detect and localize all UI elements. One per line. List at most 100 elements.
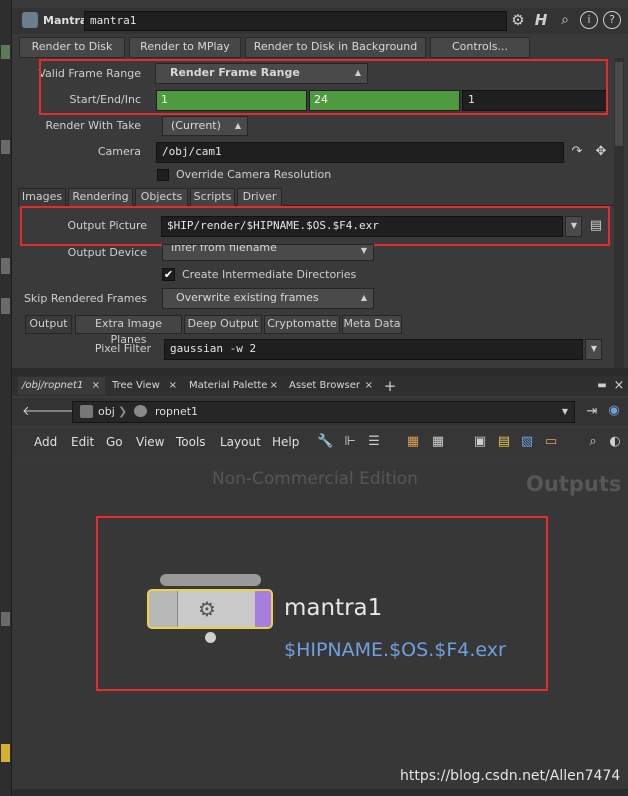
question-icon[interactable]: ? bbox=[603, 11, 621, 29]
create-directories-label: Create Intermediate Directories bbox=[182, 268, 357, 281]
pane-tab-label: Material Palette bbox=[189, 380, 268, 391]
help-h-icon[interactable]: H bbox=[532, 12, 550, 30]
path-dropdown-icon[interactable]: ▼ bbox=[558, 404, 572, 420]
subtab-cryptomatte[interactable]: Cryptomatte bbox=[264, 315, 340, 334]
pane-tab-label: /obj/ropnet1 bbox=[22, 380, 84, 391]
output-picture-field[interactable]: $HIP/render/$HIPNAME.$OS.$F4.exr bbox=[161, 216, 563, 237]
sticky-note-icon[interactable]: ▤ bbox=[496, 434, 512, 450]
output-device-dropdown[interactable]: Infer from filename ▼ bbox=[162, 244, 374, 261]
visibility-icon[interactable]: ◐ bbox=[607, 434, 623, 450]
tab-rendering[interactable]: Rendering bbox=[68, 188, 133, 207]
image-icon[interactable]: ▧ bbox=[519, 434, 535, 450]
close-icon[interactable]: × bbox=[92, 377, 100, 395]
pane-divider[interactable] bbox=[12, 368, 628, 376]
pixel-filter-field[interactable]: gaussian -w 2 bbox=[164, 339, 583, 360]
render-with-take-value: (Current) bbox=[171, 119, 221, 132]
menu-view[interactable]: View bbox=[136, 433, 164, 451]
left-shelf-icon[interactable] bbox=[1, 258, 10, 274]
forward-arrow-icon[interactable]: 🡒 bbox=[44, 404, 79, 420]
network-box-icon[interactable]: ▭ bbox=[543, 434, 559, 450]
valid-frame-range-dropdown[interactable]: Render Frame Range ▲ bbox=[155, 63, 368, 84]
gear-icon[interactable]: ⚙ bbox=[509, 12, 527, 30]
display-icon[interactable]: ▣ bbox=[472, 434, 488, 450]
tab-scripts[interactable]: Scripts bbox=[190, 188, 235, 207]
node-name-field[interactable]: mantra1 bbox=[84, 11, 507, 31]
subtab-extra-image-planes[interactable]: Extra Image Planes bbox=[75, 315, 182, 346]
wrench-icon[interactable]: 🔧 bbox=[317, 434, 333, 450]
close-icon[interactable]: × bbox=[270, 377, 278, 395]
node-chooser-icon[interactable]: ✥ bbox=[592, 144, 610, 162]
output-picture-menu-button[interactable]: ▼ bbox=[565, 216, 582, 237]
back-arrow-icon[interactable]: 🡐 bbox=[22, 404, 57, 420]
grid-icon[interactable]: ▦ bbox=[430, 434, 446, 450]
left-shelf-icon[interactable] bbox=[1, 298, 10, 314]
camera-path-field[interactable]: /obj/cam1 bbox=[156, 142, 564, 163]
left-shelf-icon[interactable] bbox=[1, 140, 10, 154]
menu-edit[interactable]: Edit bbox=[71, 433, 94, 451]
grid-color-icon[interactable]: ▦ bbox=[405, 434, 421, 450]
pane-tab-asset-browser[interactable]: Asset Browser × bbox=[285, 377, 379, 395]
menu-tools[interactable]: Tools bbox=[176, 433, 206, 451]
path-field[interactable] bbox=[72, 401, 575, 423]
render-with-take-label: Render With Take bbox=[45, 119, 141, 132]
left-shelf-icon[interactable] bbox=[1, 612, 10, 626]
node-right-flag[interactable] bbox=[255, 591, 271, 627]
node-left-flag[interactable] bbox=[149, 591, 178, 627]
pin-icon[interactable]: ⇥ bbox=[584, 404, 600, 420]
tab-objects[interactable]: Objects bbox=[135, 188, 188, 207]
path-segment-ropnet[interactable]: ropnet1 bbox=[155, 403, 198, 421]
close-icon[interactable]: × bbox=[169, 377, 177, 395]
pane-tab-label: Tree View bbox=[112, 380, 160, 391]
increment-field[interactable]: 1 bbox=[462, 90, 607, 111]
tab-images[interactable]: Images bbox=[18, 188, 66, 207]
render-to-mplay-button[interactable]: Render to MPlay bbox=[129, 37, 241, 58]
tree-icon[interactable]: ⊩ bbox=[342, 434, 358, 450]
dropdown-arrow-icon: ▼ bbox=[570, 221, 577, 230]
dropdown-arrow-icon: ▼ bbox=[590, 344, 597, 353]
info-icon[interactable]: i bbox=[580, 11, 598, 29]
file-chooser-icon[interactable]: ▤ bbox=[588, 218, 604, 236]
override-camera-label: Override Camera Resolution bbox=[176, 168, 332, 181]
link-icon[interactable]: ◉ bbox=[606, 403, 622, 419]
menu-help[interactable]: Help bbox=[272, 433, 299, 451]
dropdown-arrow-icon: ▲ bbox=[360, 293, 367, 302]
pixel-filter-menu-button[interactable]: ▼ bbox=[585, 339, 602, 360]
pane-menu-icon[interactable]: ▬ bbox=[595, 378, 609, 394]
pane-tab-ropnet[interactable]: /obj/ropnet1 × bbox=[18, 377, 105, 395]
menu-add[interactable]: Add bbox=[34, 433, 57, 451]
add-tab-icon[interactable]: + bbox=[383, 378, 397, 394]
left-shelf-icon[interactable] bbox=[1, 744, 10, 762]
render-to-disk-button[interactable]: Render to Disk bbox=[19, 37, 125, 58]
valid-frame-range-value: Render Frame Range bbox=[170, 66, 300, 79]
pane-tab-material-palette[interactable]: Material Palette × bbox=[185, 377, 281, 395]
list-icon[interactable]: ☰ bbox=[366, 434, 382, 450]
controls-button[interactable]: Controls... bbox=[430, 37, 530, 58]
node-name-label[interactable]: mantra1 bbox=[284, 592, 382, 624]
menu-go[interactable]: Go bbox=[106, 433, 123, 451]
node-type-icon bbox=[22, 12, 38, 28]
create-directories-checkbox[interactable]: ✔ bbox=[162, 268, 175, 281]
mantra-node[interactable]: ⚙ bbox=[147, 589, 273, 629]
close-icon[interactable]: × bbox=[365, 377, 373, 395]
search-icon[interactable]: ⌕ bbox=[556, 12, 574, 30]
pane-tab-tree-view[interactable]: Tree View × bbox=[108, 377, 180, 395]
left-shelf-icon[interactable] bbox=[1, 45, 10, 59]
parameter-scrollbar-thumb[interactable] bbox=[615, 62, 623, 146]
close-pane-icon[interactable]: × bbox=[613, 378, 625, 394]
render-with-take-dropdown[interactable]: (Current) ▲ bbox=[162, 116, 248, 136]
path-segment-obj[interactable]: obj bbox=[98, 403, 115, 421]
tab-driver[interactable]: Driver bbox=[237, 188, 282, 207]
override-camera-checkbox[interactable] bbox=[157, 169, 169, 181]
render-in-background-button[interactable]: Render to Disk in Background bbox=[245, 37, 426, 58]
node-output-connector[interactable] bbox=[205, 632, 216, 643]
skip-frames-dropdown[interactable]: Overwrite existing frames ▲ bbox=[162, 288, 374, 309]
subtab-meta-data[interactable]: Meta Data bbox=[342, 315, 402, 334]
subtab-deep-output[interactable]: Deep Output bbox=[184, 315, 262, 334]
menu-layout[interactable]: Layout bbox=[220, 433, 261, 451]
jump-arrow-icon[interactable]: ↷ bbox=[568, 144, 586, 162]
end-frame-field[interactable]: 24 bbox=[309, 90, 460, 111]
subtab-output[interactable]: Output bbox=[25, 315, 72, 334]
node-input-bar[interactable] bbox=[160, 574, 261, 586]
start-frame-field[interactable]: 1 bbox=[156, 90, 307, 111]
zoom-icon[interactable]: ⌕ bbox=[585, 434, 601, 450]
